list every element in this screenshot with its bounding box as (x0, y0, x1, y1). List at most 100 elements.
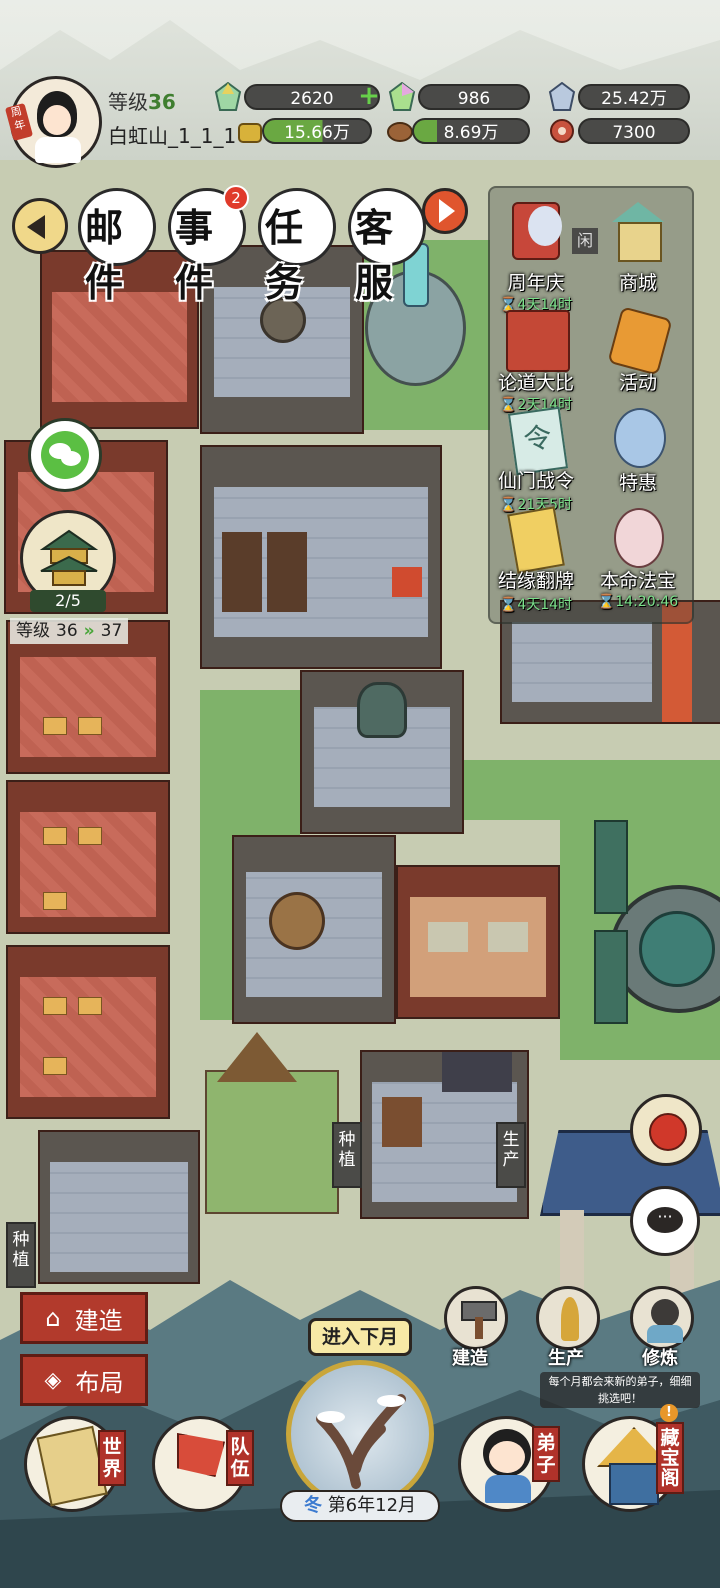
plant-sign[interactable]: 种植 (6, 1222, 36, 1288)
dormitory-building[interactable] (6, 780, 170, 934)
resource-meat: 7300 (578, 118, 690, 144)
plant-sign[interactable]: 种植 (332, 1122, 362, 1188)
player-avatar[interactable]: 周年 (4, 76, 102, 168)
events-badge: 2 (223, 185, 249, 211)
level-value: 36 (148, 90, 176, 114)
mail-button[interactable]: 邮件 (78, 188, 156, 305)
activity-anniversary[interactable] (498, 196, 574, 268)
season-dial[interactable] (286, 1360, 434, 1508)
activity-label: 本命法宝 (599, 570, 676, 592)
arrow-right-icon: » (83, 621, 95, 641)
timer-text: 14:20:46 (615, 594, 679, 610)
events-button[interactable]: 事件 2 (168, 185, 249, 305)
activity-timer: ⌛14:20:46 (597, 594, 679, 610)
avatar-face (43, 105, 71, 135)
level-label: 等级36 (108, 86, 176, 115)
menu-scroll-right-button[interactable] (422, 188, 468, 234)
tasks-button[interactable]: 任务 (258, 188, 336, 305)
activity-label: 论道大比 (497, 372, 574, 394)
avatar-body (35, 137, 81, 163)
library-hall[interactable] (200, 445, 442, 669)
cultivator-icon (651, 1299, 679, 1327)
season-label: 冬 (303, 1495, 322, 1516)
rainbow-crystal-icon (214, 81, 242, 112)
activity-deals[interactable] (600, 404, 676, 470)
timer-text: 4天14时 (517, 597, 573, 613)
card-icon (507, 506, 565, 574)
world-label: 世界 (98, 1430, 126, 1486)
red-orb-button[interactable] (630, 1094, 702, 1166)
layout-button[interactable]: ◈ 布局 (20, 1354, 148, 1406)
layout-label: 布局 (75, 1368, 124, 1397)
activity-shop[interactable] (600, 196, 676, 268)
debate-banner-icon (506, 310, 570, 372)
house-icon: ⌂ (45, 1304, 61, 1332)
activity-label: 仙门战令 (497, 470, 574, 492)
gold-ingot-icon (236, 116, 264, 146)
chevron-right-icon (439, 199, 455, 223)
building-level-indicator: 等级 36 » 37 (10, 618, 129, 644)
menu-scroll-left-button[interactable] (12, 198, 68, 254)
deals-character-icon (614, 408, 666, 468)
level-text: 等级 (108, 90, 148, 114)
tool-build-button[interactable] (444, 1286, 508, 1350)
level-text: 等级 (16, 621, 50, 641)
build-button[interactable]: ⌂ 建造 (20, 1292, 148, 1344)
chat-button[interactable]: ··· (630, 1186, 700, 1256)
activity-label: 商城 (618, 272, 657, 294)
new-disciple-tip: 每个月都会来新的弟子，细细挑选吧！ (540, 1372, 700, 1408)
resource-value: 986 (457, 89, 491, 109)
map-scroll-icon (36, 1425, 108, 1507)
activity-timer: ⌛4天14时 (499, 597, 573, 613)
dormitory-building[interactable] (6, 945, 170, 1119)
orb-icon (649, 1113, 687, 1151)
tasks-label: 任务 (265, 205, 304, 305)
events-label: 事件 (175, 205, 214, 305)
wechat-button[interactable] (28, 418, 102, 492)
level-to: 37 (100, 621, 123, 641)
tool-produce-button[interactable] (536, 1286, 600, 1350)
chat-bubble-icon: ··· (647, 1207, 683, 1233)
spirit-stone-icon (548, 81, 576, 112)
add-crystal-button[interactable]: + (356, 83, 382, 110)
meat-icon (548, 116, 576, 146)
flag-icon (177, 1433, 225, 1477)
resource-wood: 8.69万 (412, 118, 530, 144)
resource-rainbow-gem: 986 (418, 84, 530, 110)
resource-spirit-stone: 25.42万 (578, 84, 690, 110)
workshop-hall[interactable] (396, 865, 560, 1019)
tool-build-label: 建造 (452, 1348, 488, 1369)
date-display: 冬 第6年12月 (280, 1490, 440, 1522)
mail-label: 邮件 (85, 205, 124, 305)
alert-icon: ! (660, 1404, 678, 1422)
resource-value: 15.66万 (284, 123, 350, 143)
level-from: 36 (56, 621, 78, 641)
resource-value: 2620 (290, 89, 334, 109)
service-label: 客服 (355, 205, 394, 305)
grid-icon: ◈ (44, 1367, 62, 1393)
activity-card-flip[interactable] (498, 506, 574, 574)
player-name: 白虹山_1_1_1 (108, 124, 237, 148)
winter-tree-icon (316, 1394, 406, 1489)
disciple-label: 弟子 (532, 1426, 560, 1482)
resource-gold: 15.66万 (262, 118, 372, 144)
activity-treasure[interactable] (600, 504, 676, 568)
idle-hint: 闲 (572, 228, 598, 254)
next-month-button[interactable]: 进入下月 (308, 1318, 412, 1356)
farm-field[interactable] (205, 1032, 339, 1214)
chevron-left-icon (27, 215, 45, 239)
team-label: 队伍 (226, 1430, 254, 1486)
rainbow-gem-icon (388, 81, 416, 112)
alchemy-hall[interactable] (300, 670, 464, 834)
build-label: 建造 (74, 1306, 123, 1335)
tool-cultivate-label: 修炼 (642, 1348, 678, 1369)
service-button[interactable]: 客服 (348, 188, 426, 305)
wheat-icon (561, 1297, 579, 1341)
activity-events[interactable] (600, 306, 676, 376)
activity-debate[interactable] (498, 306, 574, 372)
furnace-hall[interactable] (232, 835, 396, 1024)
tool-cultivate-button[interactable] (630, 1286, 694, 1350)
activity-battle-pass[interactable]: 令 (498, 406, 574, 476)
produce-sign[interactable]: 生产 (496, 1122, 526, 1188)
lantern-icon (607, 306, 673, 376)
